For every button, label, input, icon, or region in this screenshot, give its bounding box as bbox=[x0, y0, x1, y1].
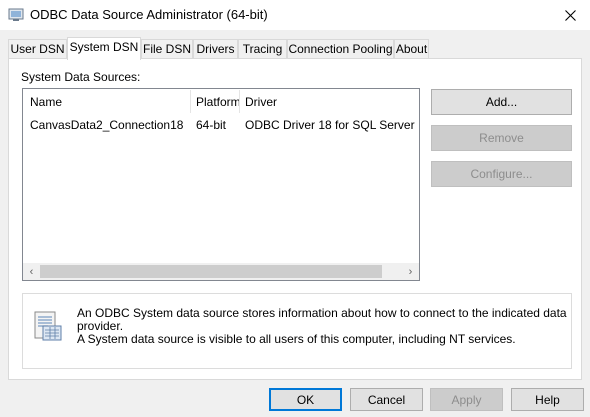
tab-user-dsn[interactable]: User DSN bbox=[8, 39, 67, 59]
data-sources-list[interactable]: Name Platform Driver CanvasData2_Connect… bbox=[22, 88, 420, 281]
info-box: An ODBC System data source stores inform… bbox=[22, 293, 572, 369]
ok-button[interactable]: OK bbox=[269, 388, 342, 411]
section-label: System Data Sources: bbox=[21, 70, 141, 84]
remove-button[interactable]: Remove bbox=[431, 125, 572, 151]
column-divider[interactable] bbox=[239, 90, 240, 113]
tab-connection-pooling[interactable]: Connection Pooling bbox=[287, 39, 394, 59]
info-line-1: An ODBC System data source stores inform… bbox=[77, 306, 567, 333]
scroll-right-icon[interactable]: › bbox=[402, 263, 419, 280]
column-header-name[interactable]: Name bbox=[30, 95, 62, 109]
window-title: ODBC Data Source Administrator (64-bit) bbox=[30, 7, 268, 22]
apply-button[interactable]: Apply bbox=[430, 388, 503, 411]
add-button[interactable]: Add... bbox=[431, 89, 572, 115]
row-platform: 64-bit bbox=[196, 118, 227, 132]
cancel-button[interactable]: Cancel bbox=[350, 388, 423, 411]
column-divider[interactable] bbox=[190, 90, 191, 113]
tab-tracing[interactable]: Tracing bbox=[238, 39, 287, 59]
title-bar: ODBC Data Source Administrator (64-bit) bbox=[0, 0, 590, 30]
tab-drivers[interactable]: Drivers bbox=[193, 39, 238, 59]
tab-file-dsn[interactable]: File DSN bbox=[141, 39, 193, 59]
close-button[interactable] bbox=[550, 0, 590, 30]
system-dsn-panel: System Data Sources: Name Platform Drive… bbox=[8, 58, 582, 380]
close-icon bbox=[564, 9, 576, 21]
tab-system-dsn[interactable]: System DSN bbox=[67, 37, 141, 60]
tab-about[interactable]: About bbox=[394, 39, 429, 59]
column-header-driver[interactable]: Driver bbox=[245, 95, 277, 109]
scroll-thumb[interactable] bbox=[40, 265, 382, 278]
data-source-icon bbox=[31, 310, 65, 347]
column-header-platform[interactable]: Platform bbox=[196, 95, 241, 109]
row-driver: ODBC Driver 18 for SQL Server bbox=[245, 118, 415, 132]
help-button[interactable]: Help bbox=[511, 388, 584, 411]
odbc-admin-icon bbox=[8, 7, 24, 26]
info-line-2: A System data source is visible to all u… bbox=[77, 332, 516, 346]
scroll-left-icon[interactable]: ‹ bbox=[23, 263, 40, 280]
info-text: An ODBC System data source stores inform… bbox=[77, 307, 567, 346]
horizontal-scrollbar[interactable]: ‹ › bbox=[23, 263, 419, 280]
row-name: CanvasData2_Connection18 bbox=[30, 118, 184, 132]
configure-button[interactable]: Configure... bbox=[431, 161, 572, 187]
